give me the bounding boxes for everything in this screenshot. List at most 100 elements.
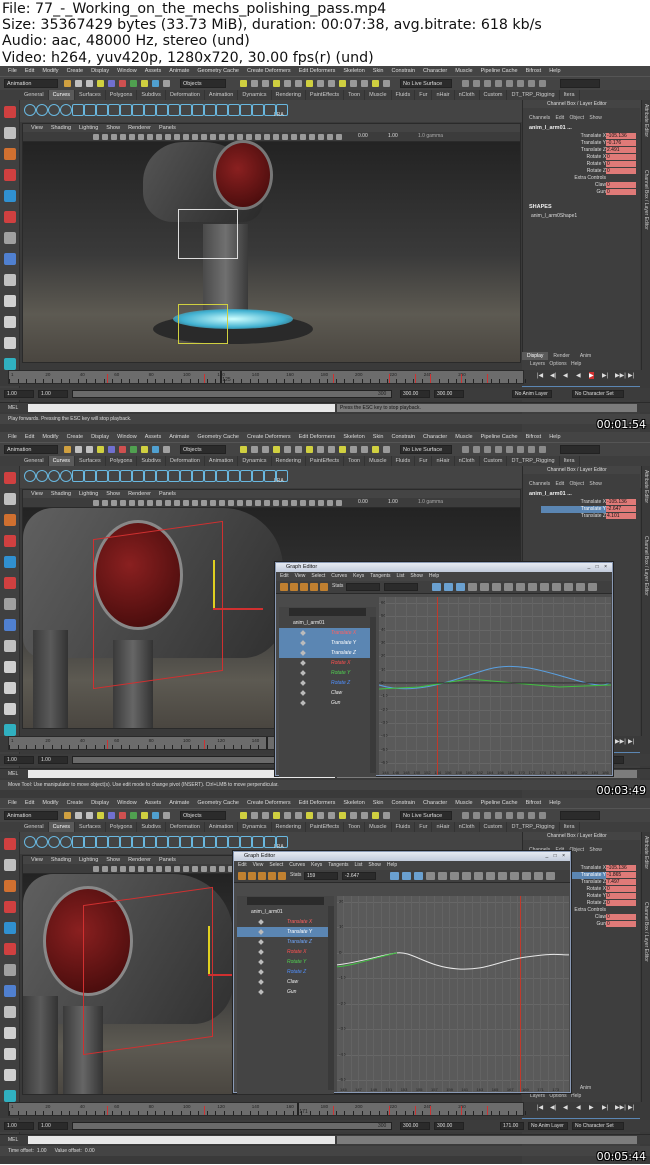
render-tool-icon[interactable] [506, 446, 513, 453]
shelf-tab-general[interactable]: General [20, 822, 49, 832]
viewport-tool-icon[interactable] [120, 134, 126, 140]
snap-tool-icon[interactable] [240, 80, 247, 87]
viewport-menu-view[interactable]: View [27, 856, 47, 864]
channel-value-field[interactable]: 0 [606, 886, 636, 892]
channel-label[interactable]: Rotate X [587, 886, 606, 893]
graph-tool-icon[interactable] [320, 583, 328, 591]
viewport-tool-icon[interactable] [183, 866, 189, 872]
range-slider[interactable] [72, 390, 392, 398]
graph-menu-select[interactable]: Select [311, 573, 325, 579]
menu-item-display[interactable]: Display [87, 798, 113, 808]
shelf-tab-polygons[interactable]: Polygons [106, 456, 138, 466]
viewport-menu-shading[interactable]: Shading [47, 124, 75, 132]
tool-icon[interactable] [4, 514, 16, 526]
playback-start-field[interactable]: 1.00 [38, 1122, 68, 1130]
tool-icon[interactable] [4, 295, 16, 307]
playback-button[interactable]: ◀ [563, 372, 568, 379]
channel-box-tab[interactable]: Channel Box / Layer Editor [643, 902, 649, 962]
playback-button[interactable]: ◀ [563, 1104, 568, 1111]
channel-name[interactable]: Gun [287, 989, 296, 995]
tangent-tool-icon[interactable] [486, 872, 495, 880]
status-tool-icon[interactable] [86, 80, 93, 87]
tool-icon[interactable] [4, 274, 16, 286]
start-time-field[interactable]: 1.00 [4, 390, 34, 398]
status-tool-icon[interactable] [64, 80, 71, 87]
tool-icon[interactable] [4, 211, 16, 223]
outliner-scrollbar[interactable] [370, 617, 376, 773]
channel-row[interactable]: Gun 0 [523, 189, 640, 196]
outliner-filter[interactable] [247, 897, 324, 905]
shelf-tab-toon[interactable]: Toon [344, 456, 366, 466]
curve-tool-icon[interactable] [144, 104, 156, 116]
shape-name[interactable]: anim_l_arm0Shape1 [523, 212, 640, 220]
tool-icon[interactable] [4, 598, 16, 610]
graph-editor-window[interactable]: Graph Editor _ □ × Edit View Select Curves Key… [233, 851, 571, 1094]
viewport-tool-icon[interactable] [210, 500, 216, 506]
graph-menu-edit[interactable]: Edit [238, 862, 247, 868]
shelf-tab-surfaces[interactable]: Surfaces [75, 456, 106, 466]
menu-item-assets[interactable]: Assets [141, 432, 166, 442]
curve-tool-icon[interactable] [36, 836, 48, 848]
start-time-field[interactable]: 1.00 [4, 1122, 34, 1130]
render-tool-icon[interactable] [528, 80, 535, 87]
tool-icon[interactable] [4, 535, 16, 547]
snap-tool-icon[interactable] [262, 80, 269, 87]
translate-x-curve[interactable] [379, 665, 611, 690]
tool-icon[interactable] [4, 106, 16, 118]
tangent-tool-icon[interactable] [414, 872, 423, 880]
curve-tool-icon[interactable] [108, 836, 120, 848]
viewport-panel[interactable]: ViewShadingLightingShowRendererPanels0.0… [22, 123, 521, 363]
channel-value-field[interactable]: 0 [606, 900, 636, 906]
snap-tool-icon[interactable] [383, 80, 390, 87]
render-tool-icon[interactable] [462, 80, 469, 87]
tool-icon[interactable] [4, 619, 16, 631]
menu-item-file[interactable]: File [4, 798, 21, 808]
status-tool-icon[interactable] [141, 80, 148, 87]
curve-tool-icon[interactable] [204, 836, 216, 848]
playback-end-field[interactable]: 300.00 [400, 1122, 430, 1130]
render-tool-icon[interactable] [517, 446, 524, 453]
outliner-node[interactable]: anim_l_arm01 [279, 618, 376, 628]
shelf-tab-dynamics[interactable]: Dynamics [238, 822, 272, 832]
shelf-tab-subdivs[interactable]: Subdivs [137, 822, 166, 832]
snap-tool-icon[interactable] [251, 812, 258, 819]
outliner-channel[interactable]: Claw [279, 688, 376, 698]
viewport-menu-renderer[interactable]: Renderer [124, 490, 155, 498]
shelf-tab-nhair[interactable]: nHair [432, 822, 455, 832]
animation-curves[interactable] [379, 597, 611, 775]
channel-name[interactable]: Rotate Z [331, 680, 350, 686]
viewport-tool-icon[interactable] [228, 134, 234, 140]
viewport-tool-icon[interactable] [102, 134, 108, 140]
menu-item-file[interactable]: File [4, 432, 21, 442]
channel-box-menu[interactable]: Channels Edit Object Show [523, 480, 640, 489]
viewport-tool-icon[interactable] [93, 866, 99, 872]
tool-icon[interactable] [4, 640, 16, 652]
tool-icon[interactable] [4, 169, 16, 181]
channel-value-field[interactable]: -2.647 [606, 506, 636, 512]
menu-item-display[interactable]: Display [87, 432, 113, 442]
viewport-tool-icon[interactable] [327, 500, 333, 506]
channel-value-field[interactable]: 7.497 [606, 879, 636, 885]
channel-label[interactable]: Rotate X [587, 154, 606, 161]
graph-menu-list[interactable]: List [355, 862, 363, 868]
menu-item-geometry-cache[interactable]: Geometry Cache [193, 66, 243, 76]
menu-item-create-deformers[interactable]: Create Deformers [243, 432, 295, 442]
viewport-tool-icon[interactable] [327, 134, 333, 140]
graph-tool-icon[interactable] [310, 583, 318, 591]
playback-button[interactable]: |◀ [537, 1104, 543, 1111]
channel-value-field[interactable]: -1.865 [606, 872, 636, 878]
tool-icon[interactable] [4, 337, 16, 349]
curve-tool-icon[interactable] [144, 470, 156, 482]
viewport-menu-panels[interactable]: Panels [155, 490, 180, 498]
node-name[interactable]: anim_l_arm01 [251, 909, 283, 915]
character-set-field[interactable]: No Character Set [572, 1122, 624, 1130]
shelf-tab-animation[interactable]: Animation [205, 822, 239, 832]
status-tool-icon[interactable] [163, 812, 170, 819]
viewport-menu-shading[interactable]: Shading [47, 490, 75, 498]
channel-row[interactable]: Rotate X0 [523, 154, 640, 161]
render-tool-icon[interactable] [495, 446, 502, 453]
channel-row[interactable]: Translate Z 4.101 [523, 513, 640, 520]
curve-tool-icon[interactable] [24, 836, 36, 848]
curve-tool-icon[interactable] [252, 470, 264, 482]
status-tool-icon[interactable] [75, 446, 82, 453]
